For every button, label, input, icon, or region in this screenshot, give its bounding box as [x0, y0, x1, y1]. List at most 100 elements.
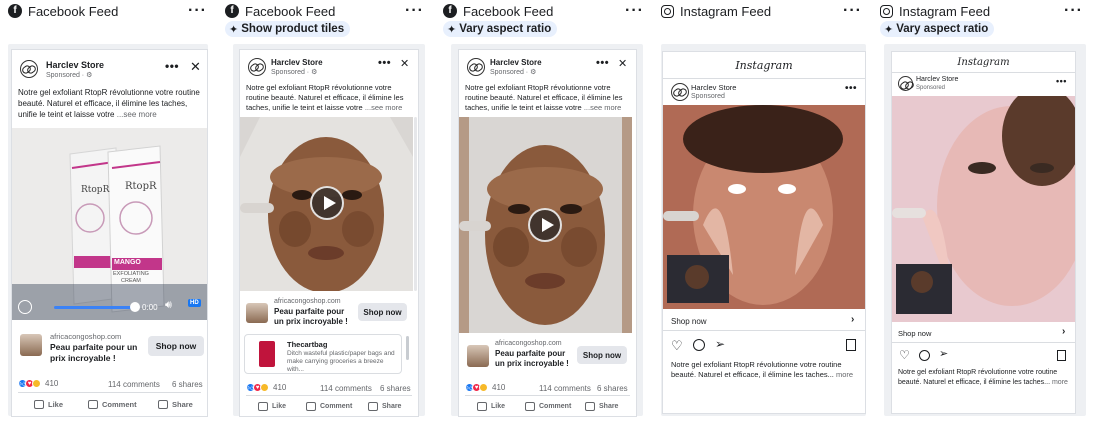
share-button[interactable]: Share [158, 400, 193, 409]
more-link[interactable]: more [1052, 379, 1068, 386]
column-header: f Facebook Feed [225, 0, 335, 22]
post-text: Notre gel exfoliant RtopR révolutionne v… [465, 83, 623, 112]
heart-icon[interactable]: ♡ [671, 339, 684, 352]
post-options-icon[interactable]: ••• [596, 57, 609, 69]
shares-count[interactable]: 6 shares [597, 384, 628, 393]
shares-count[interactable]: 6 shares [172, 380, 203, 389]
shop-now-link[interactable]: Shop now [898, 329, 931, 338]
close-icon[interactable]: ✕ [618, 57, 627, 70]
ad-video[interactable] [459, 117, 632, 333]
sparkle-icon: ✦ [229, 23, 239, 36]
facebook-icon: f [443, 4, 457, 18]
reaction-summary[interactable]: 👍︎ ♥ 410 [465, 383, 505, 392]
see-more-link[interactable]: ...see more [365, 103, 403, 112]
ad-video[interactable] [892, 96, 1075, 322]
reaction-count: 410 [492, 383, 506, 392]
sponsored-label: Sponsored · ⚙ [271, 69, 318, 76]
store-name: Harclev Store [271, 58, 323, 67]
comment-button[interactable]: Comment [88, 400, 137, 409]
instagram-icon [880, 4, 893, 18]
share-icon [585, 402, 595, 411]
like-icon [477, 402, 487, 411]
comments-count[interactable]: 114 comments [320, 384, 372, 393]
platform-label: Instagram Feed [680, 3, 772, 19]
share-label: Share [382, 403, 402, 410]
tile-title: Thecartbag [287, 340, 328, 349]
post-options-icon[interactable]: ••• [1056, 76, 1067, 86]
like-label: Like [272, 403, 287, 410]
comments-count[interactable]: 114 comments [539, 384, 591, 393]
shop-now-button[interactable]: Shop now [577, 346, 627, 364]
more-link[interactable]: more [836, 370, 853, 379]
chevron-right-icon[interactable]: › [851, 314, 854, 325]
shop-now-button[interactable]: Shop now [358, 303, 407, 321]
divider [18, 392, 201, 393]
product-tile[interactable]: Thecartbag Ditch wasteful plastic/paper … [244, 334, 402, 374]
replay-icon[interactable] [18, 300, 32, 314]
more-options-icon[interactable]: ··· [625, 3, 644, 19]
progress-handle[interactable] [130, 302, 140, 312]
close-icon[interactable]: ✕ [190, 59, 201, 75]
column-header: f Facebook Feed [8, 0, 118, 22]
see-more-link[interactable]: ...see more [584, 103, 622, 112]
like-button[interactable]: Like [477, 402, 505, 411]
shop-now-button[interactable]: Shop now [148, 336, 204, 356]
play-icon[interactable] [310, 186, 344, 220]
shop-now-link[interactable]: Shop now [671, 317, 707, 326]
variation-badge: ✦ Vary aspect ratio [443, 21, 558, 37]
sponsored-label: Sponsored · ⚙ [46, 72, 93, 79]
sparkle-icon: ✦ [884, 23, 894, 36]
comment-button[interactable]: Comment [306, 402, 352, 411]
store-logo-icon [898, 76, 913, 91]
store-logo-icon [20, 60, 38, 78]
send-icon[interactable]: ➢ [715, 338, 728, 351]
volume-icon[interactable]: 🔊︎ [165, 299, 172, 312]
comment-icon[interactable] [919, 350, 930, 361]
bookmark-icon[interactable] [846, 339, 856, 351]
like-button[interactable]: Like [258, 402, 286, 411]
post-options-icon[interactable]: ••• [165, 59, 179, 73]
ad-video[interactable] [663, 105, 865, 309]
sponsored-label: Sponsored [916, 85, 946, 91]
preview-column-4: Instagram Feed ··· Instagram Harclev Sto… [661, 0, 866, 428]
reaction-summary[interactable]: 👍︎ ♥ 410 [246, 383, 286, 392]
divider [892, 342, 1075, 343]
post-caption: Notre gel exfoliant RtopR révolutionne v… [671, 360, 854, 379]
more-options-icon[interactable]: ··· [1064, 3, 1083, 19]
comments-count[interactable]: 114 comments [108, 380, 160, 389]
post-options-icon[interactable]: ••• [845, 83, 857, 94]
divider [465, 395, 630, 396]
link-domain: africacongoshop.com [50, 332, 122, 341]
play-icon[interactable] [528, 208, 562, 242]
ad-video[interactable]: RtopR RtopR MANGO EXFOLIATING CREAM 0:00… [12, 128, 207, 320]
tile-scrollbar[interactable] [406, 336, 409, 360]
close-icon[interactable]: ✕ [400, 57, 409, 70]
product-thumbnail [246, 303, 268, 323]
heart-icon[interactable]: ♡ [899, 349, 912, 362]
share-button[interactable]: Share [368, 402, 401, 411]
share-button[interactable]: Share [585, 402, 618, 411]
send-icon[interactable]: ➢ [939, 348, 952, 361]
reaction-summary[interactable]: 👍︎ ♥ 410 [18, 379, 58, 388]
post-options-icon[interactable]: ••• [378, 57, 391, 69]
platform-label: Facebook Feed [28, 3, 119, 19]
video-progress-bar[interactable] [54, 306, 134, 309]
see-more-link[interactable]: ...see more [117, 110, 157, 119]
bookmark-icon[interactable] [1057, 350, 1066, 361]
comment-icon [88, 400, 98, 409]
preview-column-1: f Facebook Feed ··· Harclev Store Sponso… [8, 0, 208, 428]
scrollbar[interactable] [414, 117, 417, 291]
comment-button[interactable]: Comment [525, 402, 571, 411]
ad-video[interactable] [240, 117, 413, 291]
shares-count[interactable]: 6 shares [380, 384, 411, 393]
comment-icon[interactable] [693, 339, 705, 351]
hd-badge[interactable]: HD [188, 299, 201, 307]
link-headline: Peau parfaite pour un prix incroyable ! [274, 307, 348, 326]
chevron-right-icon[interactable]: › [1062, 326, 1065, 337]
variation-badge: ✦ Vary aspect ratio [880, 21, 995, 37]
more-options-icon[interactable]: ··· [188, 3, 207, 19]
like-button[interactable]: Like [34, 400, 63, 409]
store-name: Harclev Store [916, 76, 959, 83]
more-options-icon[interactable]: ··· [405, 3, 424, 19]
more-options-icon[interactable]: ··· [843, 3, 862, 19]
